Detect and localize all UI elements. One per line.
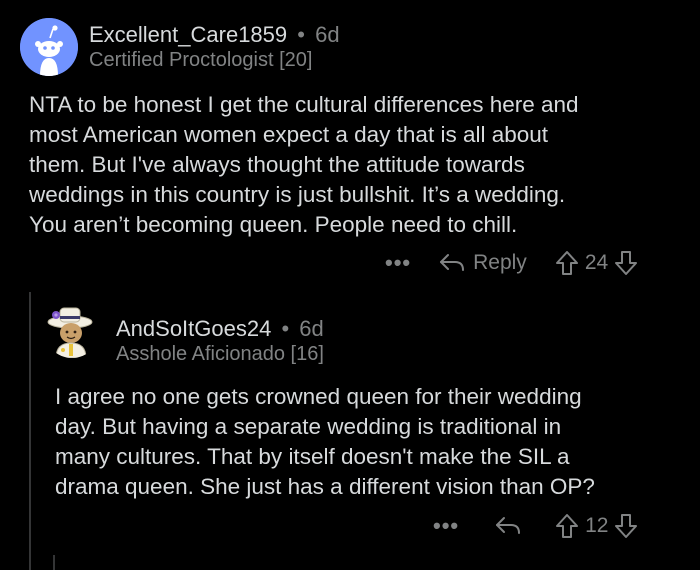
comment-line: them. But I've always thought the attitu… [29,152,525,177]
vote-controls: 12 [555,513,638,539]
reply-label: Reply [473,251,527,274]
comment-line: day. But having a separate wedding is tr… [55,414,562,439]
comment-author[interactable]: Excellent_Care1859 • 6d [89,22,340,48]
comment-line: many cultures. That by itself doesn't ma… [55,444,570,469]
downvote-arrow-icon[interactable] [614,513,638,539]
author-name[interactable]: AndSoItGoes24 [116,316,271,341]
vote-score: 24 [584,251,609,274]
comment-line: drama queen. She just has a different vi… [55,474,595,499]
comment-line: I agree no one gets crowned queen for th… [55,384,582,409]
comment-line: weddings in this country is just bullshi… [29,182,566,207]
comment-body: NTA to be honest I get the cultural diff… [29,90,689,240]
more-options-button[interactable]: ••• [385,252,411,274]
reply-arrow-icon[interactable] [495,515,521,537]
comment-age: 6d [299,316,324,341]
upvote-arrow-icon[interactable] [555,250,579,276]
meta-separator: • [281,316,290,341]
vote-score: 12 [585,514,609,537]
comment-age: 6d [315,22,340,47]
author-name[interactable]: Excellent_Care1859 [89,22,287,47]
user-flair: Certified Proctologist [20] [89,49,313,71]
custom-avatar-icon[interactable] [44,302,100,358]
more-options-button[interactable]: ••• [433,515,459,537]
snoo-avatar-icon[interactable] [20,18,78,76]
user-flair: Asshole Aficionado [16] [116,343,324,365]
meta-separator: • [297,22,305,47]
comment-actions: ••• 12 [433,511,638,541]
reply-arrow-icon [439,252,465,274]
comment-body: I agree no one gets crowned queen for th… [55,382,695,502]
reply-button[interactable]: Reply [439,251,527,275]
downvote-arrow-icon[interactable] [614,250,638,276]
upvote-arrow-icon[interactable] [555,513,579,539]
vote-controls: 24 [555,250,638,276]
comment-author[interactable]: AndSoItGoes24 • 6d [116,316,324,342]
comment-line: most American women expect a day that is… [29,122,549,147]
comment-line: NTA to be honest I get the cultural diff… [29,92,579,117]
comment-actions: ••• Reply 24 [385,248,638,278]
comment-top-level: Excellent_Care1859 • 6d Certified Procto… [0,0,700,290]
comment-line: You aren’t becoming queen. People need t… [29,212,518,237]
